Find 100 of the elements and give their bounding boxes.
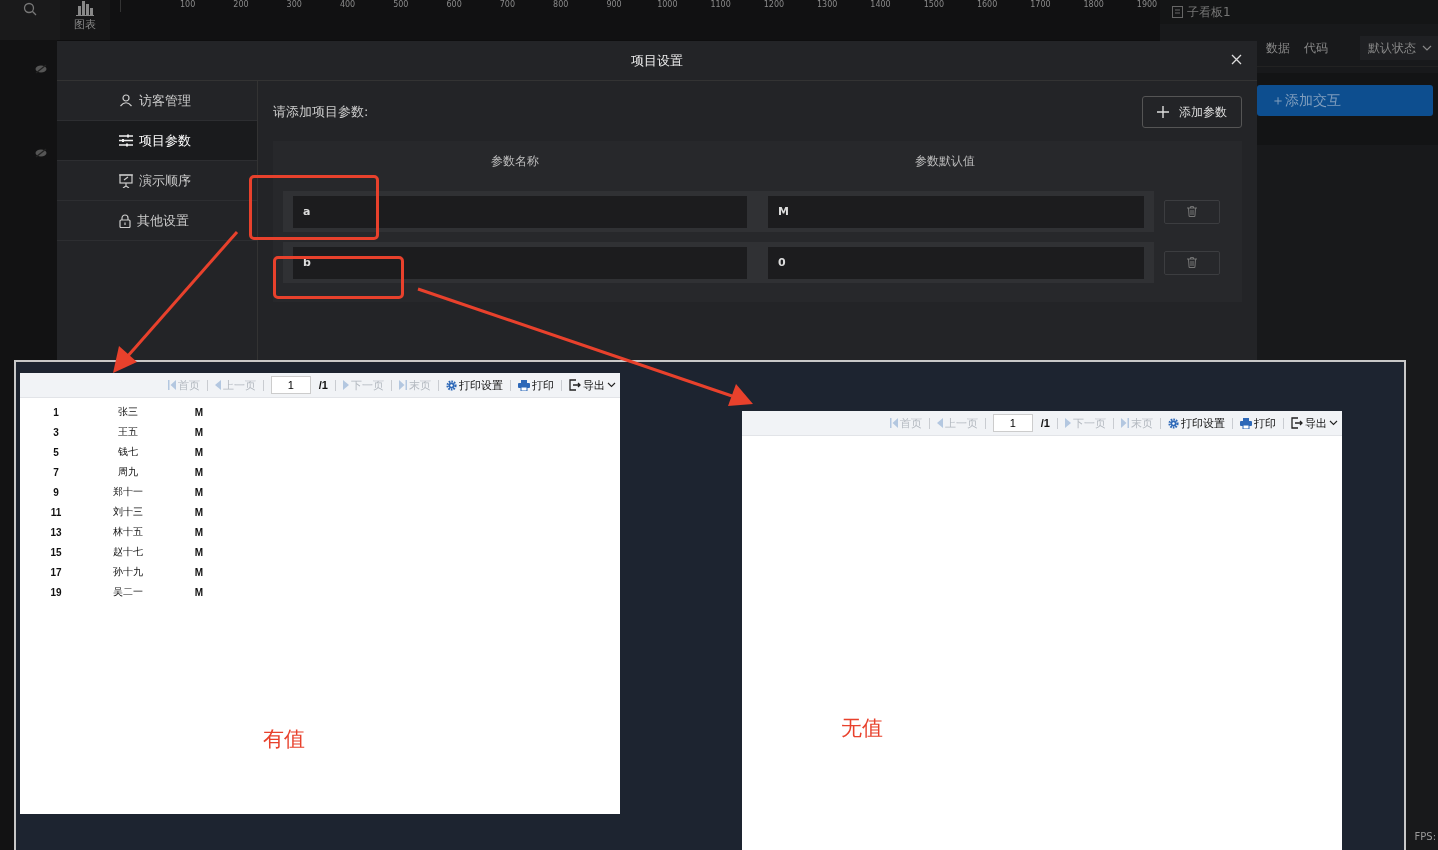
table-cell-text: M	[193, 586, 205, 598]
parameter-name-field[interactable]: a	[293, 195, 747, 228]
hidden-eye-icon[interactable]	[35, 148, 47, 158]
table-cell-text: M	[193, 446, 205, 458]
printer-icon	[518, 379, 530, 391]
ruler-label: 200	[232, 0, 250, 11]
prompt-text: 请添加项目参数:	[273, 103, 369, 121]
caret-icon	[1422, 45, 1432, 51]
toolbar-button[interactable]: 打印	[1240, 415, 1276, 431]
plus-icon	[1157, 106, 1169, 118]
previous-icon	[936, 418, 943, 428]
export-menu[interactable]: 导出	[1291, 415, 1338, 431]
next-icon	[343, 380, 349, 390]
table-cell-text: 15	[49, 546, 63, 558]
export-icon	[1291, 417, 1303, 429]
printer-icon	[1240, 417, 1252, 429]
table-cell-text: 林十五	[112, 525, 144, 539]
table-cell-text: M	[193, 426, 205, 438]
table-cell-text: 7	[52, 466, 60, 478]
ruler-label: 900	[605, 0, 623, 11]
ruler-label: 1100	[709, 0, 732, 11]
annotation-note: 有值	[263, 726, 305, 753]
column-header: 参数名称	[490, 152, 540, 170]
delete-button[interactable]	[1164, 250, 1220, 275]
ruler-label: 1300	[816, 0, 839, 11]
table-cell-text: M	[193, 546, 205, 558]
sliders-icon	[119, 134, 133, 147]
lock-icon	[119, 213, 131, 228]
last-page-icon	[399, 380, 407, 390]
ruler-label: 300	[285, 0, 303, 11]
table-cell-text: 孙十九	[112, 565, 144, 579]
first-page-icon	[167, 380, 176, 390]
table-cell-text: 赵十七	[112, 545, 144, 559]
page-number-field[interactable]: 1	[992, 414, 1033, 432]
fps-counter: FPS:	[1414, 831, 1436, 842]
ruler-label: 1700	[1029, 0, 1052, 11]
gear-icon	[446, 379, 457, 391]
table-cell-text: 19	[49, 586, 63, 598]
trash-icon	[1187, 257, 1197, 268]
table-cell-text: 钱七	[117, 445, 139, 459]
panel-title: 子看板1	[1187, 3, 1231, 21]
ruler-label: 1900	[1135, 0, 1159, 11]
ruler-label: 500	[392, 0, 410, 11]
search-icon[interactable]	[23, 2, 37, 16]
export-icon	[569, 379, 581, 391]
hidden-eye-icon[interactable]	[35, 64, 47, 74]
ruler-label: 700	[498, 0, 517, 11]
panel-tab[interactable]: 代码	[1302, 39, 1330, 57]
page-total: /1	[1040, 417, 1050, 429]
delete-button[interactable]	[1164, 199, 1220, 224]
easel-icon	[119, 173, 133, 188]
dialog-title: 项目设置	[631, 51, 683, 70]
ruler-label: 600	[445, 0, 463, 11]
export-menu[interactable]: 导出	[569, 377, 616, 393]
table-cell-text: 张三	[117, 405, 139, 419]
ruler-label: 1000	[656, 0, 679, 11]
toolbar-button[interactable]: 打印	[518, 377, 554, 393]
table-cell-text: 3	[52, 426, 60, 438]
previous-icon	[214, 380, 221, 390]
trash-icon	[1187, 206, 1197, 217]
sidebar-item[interactable]: 项目参数	[57, 121, 257, 161]
table-cell-text: 周九	[117, 465, 139, 479]
caret-icon	[607, 382, 616, 388]
table-cell-text: M	[193, 486, 205, 498]
table-cell-text: M	[193, 406, 205, 418]
user-icon	[119, 94, 133, 107]
panel-icon	[1172, 6, 1183, 18]
parameter-value-field[interactable]: 0	[768, 246, 1144, 279]
first-page-icon	[889, 418, 898, 428]
table-cell-text: 13	[49, 526, 63, 538]
toolbar-button[interactable]: 打印设置	[1168, 415, 1225, 431]
ruler-label: 1500	[922, 0, 945, 11]
annotation-note: 无值	[841, 715, 883, 742]
page-number-field[interactable]: 1	[270, 376, 311, 394]
ruler-label: 1600	[975, 0, 999, 11]
next-icon	[1065, 418, 1071, 428]
ruler-label: 1800	[1082, 0, 1105, 11]
ruler-label: 100	[179, 0, 197, 11]
ruler-label: 1200	[762, 0, 786, 11]
column-header: 参数默认值	[913, 152, 976, 170]
gear-icon	[1168, 417, 1179, 429]
table-cell-text: 刘十三	[112, 505, 144, 519]
caret-icon	[1329, 420, 1338, 426]
chart-tab[interactable]: 图表	[60, 0, 110, 40]
last-page-icon	[1121, 418, 1129, 428]
state-dropdown[interactable]: 默认状态	[1360, 36, 1438, 60]
parameter-value-field[interactable]: M	[768, 195, 1144, 228]
table-cell-text: 王五	[117, 425, 139, 439]
add-parameter-button[interactable]: 添加参数	[1142, 96, 1242, 128]
ruler-label: 1400	[869, 0, 892, 11]
table-cell-text: M	[193, 526, 205, 538]
panel-tab[interactable]: 数据	[1264, 39, 1292, 57]
table-cell-text: M	[193, 466, 205, 478]
close-icon[interactable]	[1231, 54, 1242, 65]
bar-chart-icon	[76, 0, 94, 16]
table-cell-text: 1	[52, 406, 60, 418]
table-cell-text: 吴二一	[112, 585, 144, 599]
table-cell-text: 郑十一	[112, 485, 144, 499]
toolbar-button[interactable]: 打印设置	[446, 377, 503, 393]
table-cell-text: M	[193, 506, 205, 518]
